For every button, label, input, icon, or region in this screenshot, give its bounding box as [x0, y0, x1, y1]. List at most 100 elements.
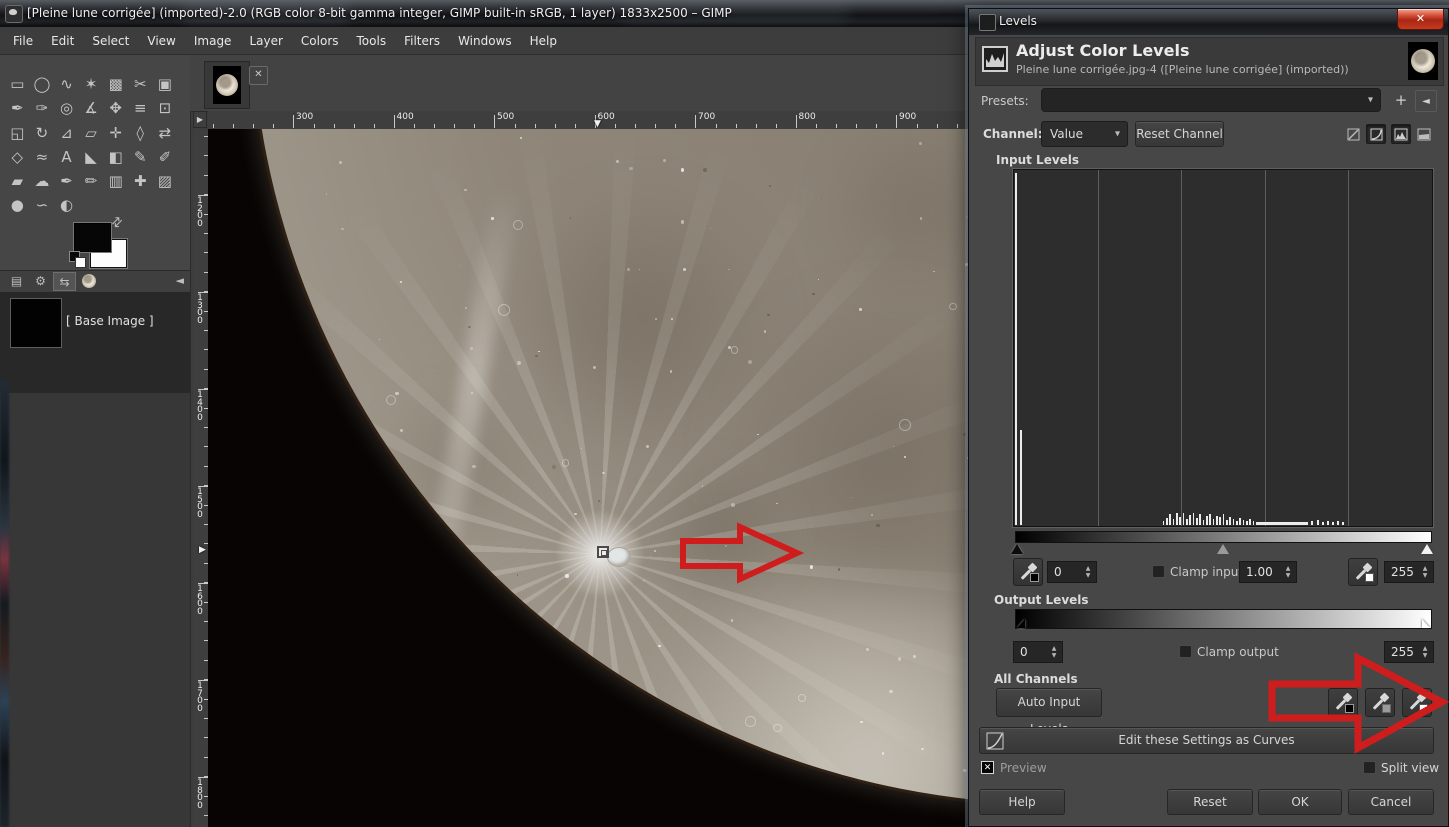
- tool-scissors-select-icon[interactable]: ✂: [128, 72, 153, 96]
- dock-tab-device-status[interactable]: ⚙: [29, 272, 52, 291]
- tool-measure-icon[interactable]: ∡: [79, 96, 104, 120]
- add-preset-button[interactable]: +: [1391, 90, 1411, 110]
- tool-foreground-select-icon[interactable]: ▣: [153, 72, 178, 96]
- tool-warp-transform-icon[interactable]: ≈: [30, 145, 55, 169]
- undo-history-item[interactable]: [ Base Image ]: [66, 314, 154, 328]
- tool-gradient-icon[interactable]: ◧: [103, 145, 128, 169]
- clamp-input-checkbox[interactable]: [1152, 565, 1165, 578]
- tool-handle-transform-icon[interactable]: ✛: [103, 121, 128, 145]
- reset-channel-button[interactable]: Reset Channel: [1135, 121, 1224, 147]
- all-pick-gray-button[interactable]: [1365, 688, 1395, 717]
- tool-cage-transform-icon[interactable]: ◇: [5, 145, 30, 169]
- menu-select[interactable]: Select: [83, 30, 138, 52]
- tool-flip-icon[interactable]: ⇄: [153, 121, 178, 145]
- tool-pencil-icon[interactable]: ✎: [128, 145, 153, 169]
- horizontal-ruler[interactable]: 300 400 500 600 700 800 900: [208, 111, 968, 129]
- help-button[interactable]: Help: [979, 789, 1065, 815]
- output-black-slider[interactable]: [1017, 619, 1025, 628]
- all-pick-white-button[interactable]: [1402, 688, 1432, 717]
- histogram-linear-icon[interactable]: [1391, 124, 1411, 144]
- tool-shear-icon[interactable]: ▱: [79, 121, 104, 145]
- tool-free-select-icon[interactable]: ∿: [54, 72, 79, 96]
- tool-text-icon[interactable]: A: [54, 145, 79, 169]
- output-low-spinner[interactable]: 0 ▲ ▼: [1013, 641, 1063, 663]
- ruler-corner-button[interactable]: ▶: [193, 111, 207, 128]
- tool-paths-icon[interactable]: ✒: [5, 96, 30, 120]
- pick-black-point-button[interactable]: [1013, 558, 1043, 586]
- tool-crop-icon[interactable]: ⊡: [153, 96, 178, 120]
- tool-scale-icon[interactable]: ⊿: [54, 121, 79, 145]
- input-low-spinner[interactable]: 0 ▲ ▼: [1047, 561, 1097, 583]
- tool-bucket-fill-icon[interactable]: ◣: [79, 145, 104, 169]
- tool-rotate-icon[interactable]: ↻: [30, 121, 55, 145]
- menu-help[interactable]: Help: [521, 30, 566, 52]
- channel-dropdown[interactable]: Value ▾: [1041, 121, 1128, 147]
- tool-heal-icon[interactable]: ✚: [128, 169, 153, 193]
- output-white-slider[interactable]: [1422, 619, 1430, 628]
- default-colors-icon[interactable]: [75, 257, 86, 268]
- menu-view[interactable]: View: [138, 30, 184, 52]
- tool-align-icon[interactable]: ≡: [128, 96, 153, 120]
- tool-clone-icon[interactable]: ▥: [103, 169, 128, 193]
- all-pick-black-button[interactable]: [1328, 688, 1358, 717]
- output-high-spinner[interactable]: 255 ▲ ▼: [1384, 641, 1434, 663]
- tool-select-by-color-icon[interactable]: ▩: [103, 72, 128, 96]
- input-white-slider[interactable]: [1421, 544, 1433, 554]
- tool-perspective-clone-icon[interactable]: ▨: [153, 169, 178, 193]
- levels-dialog-titlebar[interactable]: Levels ✕: [969, 9, 1448, 35]
- linear-toggle-icon[interactable]: [1343, 124, 1363, 144]
- dock-collapse-icon[interactable]: ◄: [176, 274, 184, 287]
- image-canvas[interactable]: [208, 129, 968, 827]
- tool-dodge-burn-icon[interactable]: ◐: [54, 193, 79, 217]
- clamp-output-checkbox[interactable]: [1179, 645, 1192, 658]
- close-button[interactable]: ✕: [1397, 9, 1444, 30]
- tool-ellipse-select-icon[interactable]: ◯: [30, 72, 55, 96]
- undo-base-image-thumbnail[interactable]: [10, 298, 62, 348]
- menu-tools[interactable]: Tools: [348, 30, 396, 52]
- auto-input-levels-button[interactable]: Auto Input Levels: [996, 688, 1102, 736]
- tool-fuzzy-select-icon[interactable]: ✶: [79, 72, 104, 96]
- input-high-spinner[interactable]: 255 ▲ ▼: [1384, 561, 1434, 583]
- tool-eraser-icon[interactable]: ▰: [5, 169, 30, 193]
- tool-ink-icon[interactable]: ✒: [54, 169, 79, 193]
- preview-checkbox[interactable]: ✕: [981, 761, 994, 774]
- tool-paintbrush-icon[interactable]: ✐: [153, 145, 178, 169]
- cancel-button[interactable]: Cancel: [1348, 789, 1434, 815]
- tool-airbrush-icon[interactable]: ☁: [30, 169, 55, 193]
- gamma-spinner[interactable]: 1.00 ▲ ▼: [1239, 561, 1297, 583]
- menu-layer[interactable]: Layer: [240, 30, 291, 52]
- dock-tab-undo-history[interactable]: ⇆: [53, 272, 76, 291]
- tool-blur-sharpen-icon[interactable]: ●: [5, 193, 30, 217]
- foreground-color-swatch[interactable]: [74, 223, 111, 252]
- dock-tab-tool-options[interactable]: ▤: [5, 272, 28, 291]
- pick-white-point-button[interactable]: [1348, 558, 1378, 586]
- menu-image[interactable]: Image: [185, 30, 241, 52]
- tool-rectangle-select-icon[interactable]: ▭: [5, 72, 30, 96]
- histogram-log-icon[interactable]: [1414, 124, 1434, 144]
- image-tab-close-icon[interactable]: ✕: [249, 66, 268, 85]
- menu-edit[interactable]: Edit: [42, 30, 83, 52]
- tool-move-icon[interactable]: ✥: [103, 96, 128, 120]
- menu-windows[interactable]: Windows: [449, 30, 521, 52]
- menu-colors[interactable]: Colors: [292, 30, 348, 52]
- menu-filters[interactable]: Filters: [395, 30, 449, 52]
- image-tab[interactable]: [204, 61, 250, 109]
- tool-zoom-icon[interactable]: ◎: [54, 96, 79, 120]
- vertical-ruler[interactable]: 1 2 0 0 1 3 0 0 1 4 0 0 1 5 0 0 1 6 0 0 1 7 0…: [193, 129, 208, 827]
- tool-smudge-icon[interactable]: ∽: [30, 193, 55, 217]
- presets-dropdown[interactable]: ▾: [1041, 88, 1381, 112]
- ok-button[interactable]: OK: [1258, 789, 1342, 815]
- input-black-slider[interactable]: [1011, 544, 1023, 554]
- dock-tab-image-thumbnail[interactable]: [77, 272, 100, 291]
- tool-color-picker-icon[interactable]: ✑: [30, 96, 55, 120]
- tool-perspective-icon[interactable]: ◊: [128, 121, 153, 145]
- split-view-checkbox[interactable]: [1363, 761, 1376, 774]
- input-gamma-slider[interactable]: [1217, 544, 1229, 554]
- tool-mypaint-brush-icon[interactable]: ✏: [79, 169, 104, 193]
- perceptual-toggle-icon[interactable]: [1366, 124, 1386, 144]
- reset-button[interactable]: Reset: [1167, 789, 1253, 815]
- edit-as-curves-button[interactable]: Edit these Settings as Curves: [979, 727, 1434, 754]
- menu-file[interactable]: File: [4, 30, 42, 52]
- tool-unified-transform-icon[interactable]: ◱: [5, 121, 30, 145]
- presets-menu-button[interactable]: ◄: [1415, 90, 1437, 112]
